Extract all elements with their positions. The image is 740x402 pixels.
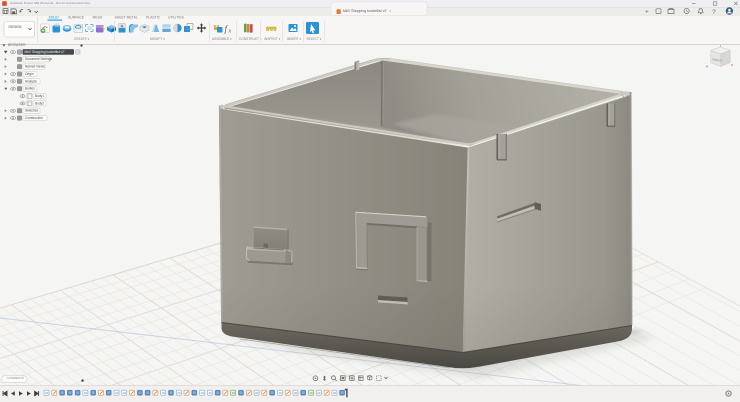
svg-text:+: +: [645, 8, 649, 15]
svg-text:Origin: Origin: [25, 72, 34, 76]
svg-text:Autodesk Fusion 360 (Personal: Autodesk Fusion 360 (Personal - Not for …: [10, 1, 90, 5]
svg-text:SHEET METAL: SHEET METAL: [115, 15, 138, 19]
svg-text:COMMENTS: COMMENTS: [7, 376, 25, 380]
svg-text:Mk3 'Shopping bucketlist v2': Mk3 'Shopping bucketlist v2': [343, 9, 387, 13]
svg-text:Bodies: Bodies: [25, 87, 35, 91]
svg-text:Document Settings: Document Settings: [25, 57, 52, 61]
svg-text:Construction: Construction: [25, 116, 43, 120]
svg-text:Analysis: Analysis: [25, 79, 37, 83]
svg-text:UTILITIES: UTILITIES: [168, 15, 185, 19]
svg-text:SURFACE: SURFACE: [68, 15, 85, 19]
svg-text:×: ×: [731, 63, 734, 68]
svg-text:Mk3 'Shopping bucketlist v2': Mk3 'Shopping bucketlist v2': [25, 50, 65, 54]
svg-text:Body1: Body1: [35, 94, 44, 98]
svg-text:MESH: MESH: [93, 15, 103, 19]
svg-text:MODIFY ▾: MODIFY ▾: [150, 37, 165, 41]
svg-text:×: ×: [706, 64, 709, 69]
svg-text:DESIGN: DESIGN: [9, 25, 23, 29]
svg-text:×: ×: [389, 9, 391, 13]
svg-text:Body2: Body2: [35, 101, 44, 105]
svg-text:INSERT ▾: INSERT ▾: [287, 37, 301, 41]
svg-text:Sketches: Sketches: [25, 109, 39, 113]
svg-text:CREATE ▾: CREATE ▾: [74, 37, 90, 41]
svg-text:ASSEMBLE ▾: ASSEMBLE ▾: [212, 37, 232, 41]
svg-text:?: ?: [712, 9, 716, 16]
svg-text:BROWSER: BROWSER: [8, 43, 26, 47]
svg-text:INSPECT ▾: INSPECT ▾: [264, 37, 281, 41]
svg-text:x: x: [228, 29, 232, 35]
svg-text:SOLID: SOLID: [49, 15, 60, 19]
svg-text:Named Views: Named Views: [25, 65, 45, 69]
svg-text:PLASTIC: PLASTIC: [146, 15, 161, 19]
svg-text:CONSTRUCT ▾: CONSTRUCT ▾: [239, 37, 262, 41]
svg-text:SELECT ▾: SELECT ▾: [307, 37, 322, 41]
